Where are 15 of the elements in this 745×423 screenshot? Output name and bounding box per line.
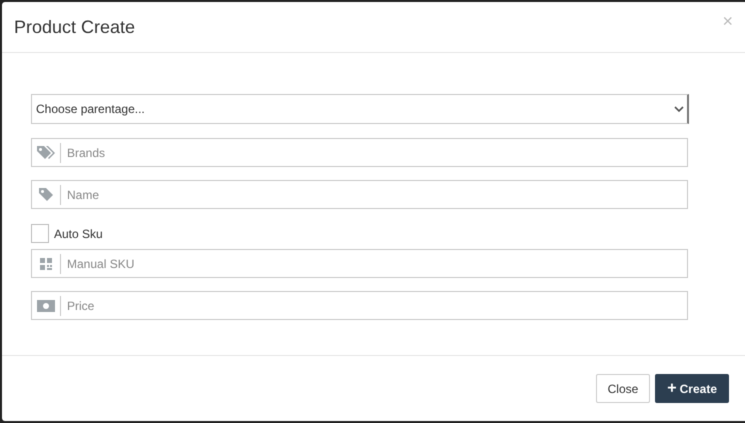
checkbox-label: Auto Sku [54, 226, 103, 242]
input-field[interactable]: Price [31, 291, 688, 320]
tags-icon [36, 144, 56, 160]
dialog-title: Product Create [14, 16, 136, 38]
input-field[interactable]: Name [31, 180, 688, 209]
input-field[interactable]: Manual SKU [31, 249, 688, 278]
parentage-select[interactable]: Choose parentage... [31, 94, 689, 124]
banknote-icon [37, 300, 55, 312]
checkbox[interactable] [31, 224, 49, 243]
tag-icon [38, 186, 54, 202]
chevron-down-icon [674, 106, 684, 112]
qr-code-icon [39, 256, 53, 270]
close-dialog-button[interactable]: Close [596, 374, 650, 403]
create-button[interactable]: + Create [655, 374, 729, 403]
input-field[interactable]: Brands [31, 138, 688, 167]
